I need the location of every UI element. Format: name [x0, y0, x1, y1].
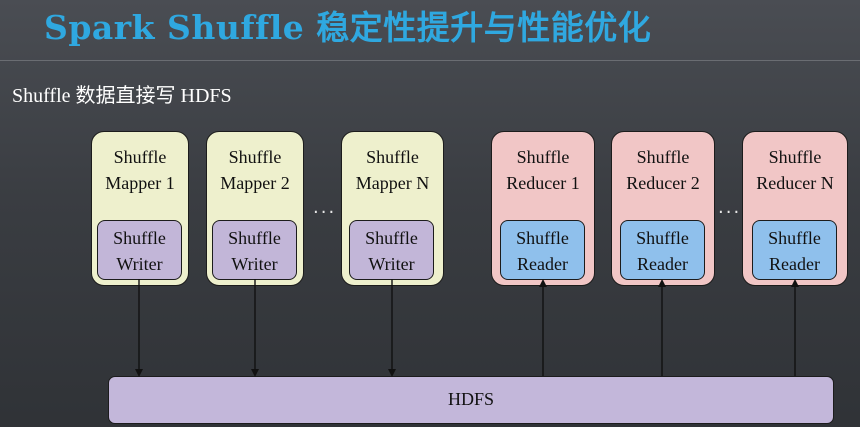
mapper-node-1: Shuffle Mapper 1 Shuffle Writer: [91, 131, 189, 286]
mapper-node-n: Shuffle Mapper N Shuffle Writer: [341, 131, 444, 286]
slide-bottom-edge: [0, 427, 860, 439]
mapper-node-2: Shuffle Mapper 2 Shuffle Writer: [206, 131, 304, 286]
shuffle-reader: Shuffle Reader: [500, 220, 585, 280]
mapper-label: Shuffle Mapper N: [355, 147, 430, 193]
slide-title: Spark Shuffle 稳定性提升与性能优化: [44, 8, 652, 47]
shuffle-reader: Shuffle Reader: [752, 220, 837, 280]
shuffle-writer: Shuffle Writer: [349, 220, 434, 280]
reducer-label: Shuffle Reducer 2: [626, 147, 700, 193]
reducer-node-1: Shuffle Reducer 1 Shuffle Reader: [491, 131, 595, 286]
mapper-label: Shuffle Mapper 2: [220, 147, 290, 193]
mapper-ellipsis: ...: [313, 197, 337, 218]
slide-subtitle: Shuffle 数据直接写 HDFS: [12, 85, 232, 107]
hdfs-storage-bar: HDFS: [108, 376, 834, 424]
reducer-label: Shuffle Reducer N: [756, 147, 834, 193]
title-divider: [0, 60, 860, 61]
reducer-ellipsis: ...: [718, 197, 742, 218]
mapper-label: Shuffle Mapper 1: [105, 147, 175, 193]
shuffle-writer: Shuffle Writer: [97, 220, 182, 280]
reducer-label: Shuffle Reducer 1: [506, 147, 580, 193]
reducer-node-n: Shuffle Reducer N Shuffle Reader: [742, 131, 848, 286]
reducer-node-2: Shuffle Reducer 2 Shuffle Reader: [611, 131, 715, 286]
shuffle-writer: Shuffle Writer: [212, 220, 297, 280]
shuffle-reader: Shuffle Reader: [620, 220, 705, 280]
